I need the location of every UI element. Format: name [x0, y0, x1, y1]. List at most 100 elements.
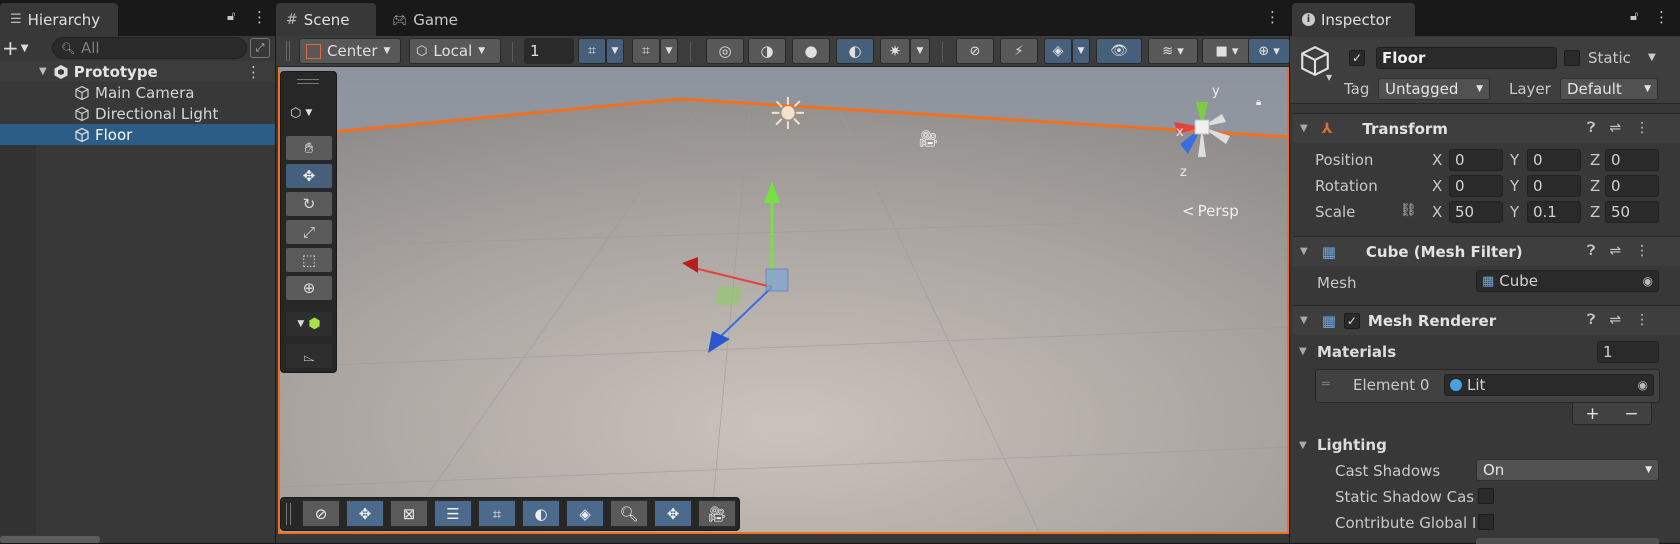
scene-kebab-menu-icon[interactable]: ⋮: [1265, 8, 1280, 26]
mesh-object-field[interactable]: ▦ Cube ◉: [1476, 270, 1659, 292]
help-icon[interactable]: ❓︎: [1587, 243, 1595, 259]
unlit-mode-button[interactable]: ◐: [836, 38, 874, 64]
custom-tool-button[interactable]: ▼ ⬢: [286, 312, 332, 336]
move-tool-gizmo[interactable]: [660, 177, 820, 377]
scene-row[interactable]: ▼ Prototype ⋮: [0, 61, 275, 82]
lighting-foldout-icon[interactable]: ▼: [1299, 440, 1307, 451]
tab-scene[interactable]: # Scene: [276, 3, 376, 36]
debug-draw-mode-button[interactable]: ✷: [880, 38, 910, 64]
orbit-button[interactable]: ⊘: [302, 500, 340, 527]
grid-size-input[interactable]: 1: [524, 38, 574, 64]
hierarchy-item-directional-light[interactable]: Directional Light: [0, 103, 275, 124]
add-element-button[interactable]: +: [1585, 404, 1599, 424]
position-z-field[interactable]: 0: [1605, 149, 1659, 171]
effects-dropdown[interactable]: ▼: [1072, 38, 1090, 64]
shaded-wireframe-mode-button[interactable]: ◑: [748, 38, 786, 64]
tab-hierarchy[interactable]: ☰ Hierarchy: [0, 3, 118, 36]
hierarchy-search-input[interactable]: 🔍︎ All: [52, 37, 247, 59]
grid-snap-dropdown[interactable]: ▼: [606, 38, 624, 64]
scale-tool-button[interactable]: ⤢: [286, 220, 332, 244]
shaded-mode-button[interactable]: ●: [792, 38, 830, 64]
increment-snap-dropdown[interactable]: ▼: [660, 38, 678, 64]
gizmo-lock-icon[interactable]: 🔒︎: [1256, 97, 1261, 108]
object-name-input[interactable]: Floor: [1376, 47, 1557, 69]
overlay-grip[interactable]: [297, 79, 319, 84]
tag-dropdown[interactable]: Untagged ▼: [1378, 78, 1490, 100]
collision-button[interactable]: ⊠: [390, 500, 428, 527]
remove-element-button[interactable]: −: [1624, 404, 1638, 424]
rect-tool-button[interactable]: ⬚: [286, 248, 332, 272]
tab-inspector[interactable]: i Inspector: [1292, 3, 1415, 36]
layers-toggle-button[interactable]: ◈: [566, 500, 604, 527]
icon-dropdown-arrow[interactable]: ▼: [1326, 73, 1332, 82]
scale-x-field[interactable]: 50: [1449, 201, 1503, 223]
pivot-mode-dropdown[interactable]: Center ▼: [299, 38, 401, 64]
object-picker-icon[interactable]: ◉: [1638, 378, 1648, 392]
search-options-icon[interactable]: ⤢: [250, 38, 270, 58]
kebab-menu-icon[interactable]: ⋮: [252, 8, 267, 26]
align-button[interactable]: ☰: [434, 500, 472, 527]
component-menu-icon[interactable]: ⋮: [1635, 120, 1649, 136]
lock-icon[interactable]: 🔓︎: [227, 9, 235, 24]
layers-button[interactable]: ≋ ▾: [1148, 38, 1198, 64]
element-0-material-field[interactable]: Lit ◉: [1444, 374, 1654, 396]
contribute-gi-checkbox[interactable]: [1478, 514, 1494, 530]
hand-tool-button[interactable]: ✋︎: [286, 136, 332, 160]
pan-view-button[interactable]: ✥: [654, 500, 692, 527]
help-icon[interactable]: ❓︎: [1587, 312, 1595, 328]
orientation-gizmo[interactable]: [1152, 82, 1252, 182]
camera-settings-button[interactable]: ■ ▾: [1202, 38, 1252, 64]
probe-tool-button[interactable]: ⌳: [286, 344, 332, 368]
foldout-arrow-icon[interactable]: ▼: [39, 66, 47, 77]
scene-viewport[interactable]: ☀︎ 🎥︎ y x z 🔒︎ < Persp: [278, 67, 1289, 534]
rotation-x-field[interactable]: 0: [1449, 175, 1503, 197]
tool-context-dropdown[interactable]: ⬡ ▼: [290, 102, 330, 124]
transform-tool-button[interactable]: ⊕: [286, 276, 332, 300]
scale-z-field[interactable]: 50: [1605, 201, 1659, 223]
component-menu-icon[interactable]: ⋮: [1635, 243, 1649, 259]
effects-toggle[interactable]: ◈: [1044, 38, 1072, 64]
wireframe-mode-button[interactable]: ◎: [706, 38, 744, 64]
hierarchy-item-main-camera[interactable]: Main Camera: [0, 82, 275, 103]
bottom-overlay-grip[interactable]: [286, 503, 291, 525]
preset-icon[interactable]: ⇌: [1609, 312, 1621, 328]
mesh-renderer-enabled-checkbox[interactable]: ✓: [1343, 312, 1360, 329]
constrain-proportions-icon[interactable]: ⛓︎: [1400, 203, 1417, 218]
visibility-toggle[interactable]: 👁︎: [1096, 38, 1142, 64]
materials-count-field[interactable]: 1: [1597, 341, 1659, 363]
horizontal-scrollbar[interactable]: [0, 536, 100, 543]
lighting-toggle[interactable]: ⚡︎: [1000, 38, 1038, 64]
preset-icon[interactable]: ⇌: [1609, 120, 1621, 136]
component-menu-icon[interactable]: ⋮: [1635, 312, 1649, 328]
search-view-button[interactable]: 🔍︎: [610, 500, 648, 527]
scale-y-field[interactable]: 0.1: [1527, 201, 1581, 223]
static-shadow-caster-checkbox[interactable]: [1478, 488, 1494, 504]
preset-icon[interactable]: ⇌: [1609, 243, 1621, 259]
materials-foldout-icon[interactable]: ▼: [1299, 346, 1307, 357]
move-view-button[interactable]: ✥: [346, 500, 384, 527]
hierarchy-item-floor[interactable]: Floor: [0, 124, 275, 145]
position-x-field[interactable]: 0: [1449, 149, 1503, 171]
static-dropdown-arrow[interactable]: ▼: [1648, 52, 1656, 63]
position-y-field[interactable]: 0: [1527, 149, 1581, 171]
inspector-lock-icon[interactable]: 🔓︎: [1630, 9, 1638, 24]
camera-preview-button[interactable]: 🎥︎: [698, 500, 736, 527]
draw-mode-dropdown[interactable]: ▼: [910, 38, 930, 64]
inspector-kebab-icon[interactable]: ⋮: [1654, 8, 1669, 26]
layer-dropdown[interactable]: Default ▼: [1560, 78, 1658, 100]
cast-shadows-dropdown[interactable]: On ▼: [1476, 459, 1659, 481]
increment-snap-toggle[interactable]: ⌗: [632, 38, 660, 64]
scene-menu-icon[interactable]: ⋮: [246, 63, 261, 81]
receive-gi-dropdown-partial[interactable]: [1476, 538, 1659, 544]
move-tool-button[interactable]: ✥: [286, 164, 332, 188]
rotation-z-field[interactable]: 0: [1605, 175, 1659, 197]
rotation-y-field[interactable]: 0: [1527, 175, 1581, 197]
directional-light-gizmo-icon[interactable]: ☀︎: [763, 89, 813, 140]
tab-game[interactable]: 🎮︎ Game: [382, 3, 478, 36]
add-object-button[interactable]: + ▼: [2, 36, 36, 60]
shading-toggle-button[interactable]: ◐: [522, 500, 560, 527]
gizmos-button[interactable]: ⊕ ▾: [1248, 38, 1290, 64]
2d-mode-button[interactable]: ⊘: [956, 38, 994, 64]
grid-toggle-button[interactable]: ⌗: [478, 500, 516, 527]
help-icon[interactable]: ❓︎: [1587, 120, 1595, 136]
